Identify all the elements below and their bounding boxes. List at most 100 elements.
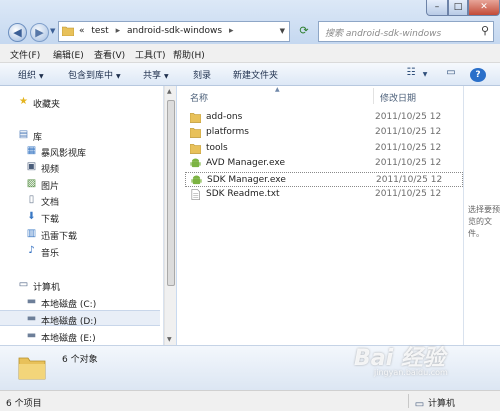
nav-drive-d[interactable]: ▬ 本地磁盘 (D:)	[0, 310, 160, 327]
menu-view[interactable]: 查看(V)	[94, 48, 125, 61]
file-list: ▲ 名称 修改日期 add-ons 2011/10/25 12 platform…	[177, 86, 463, 345]
nav-library-downloads[interactable]: ⬇ 下载	[0, 209, 160, 225]
folder-icon	[190, 144, 201, 154]
file-row[interactable]: platforms 2011/10/25 12	[185, 125, 463, 140]
menu-file[interactable]: 文件(F)	[10, 48, 40, 61]
menu-help[interactable]: 帮助(H)	[173, 48, 205, 61]
nav-libraries-label: 库	[33, 133, 43, 143]
menu-tools[interactable]: 工具(T)	[135, 48, 166, 61]
picture-icon: ▨	[26, 178, 37, 189]
nav-drive-e[interactable]: ▬ 本地磁盘 (E:)	[0, 328, 160, 344]
address-dropdown-icon[interactable]: ▼	[280, 27, 285, 35]
search-input[interactable]: 搜索 android-sdk-windows ⚲	[318, 21, 494, 42]
scroll-down-icon[interactable]: ▼	[167, 336, 172, 343]
star-icon: ★	[19, 96, 28, 107]
file-name: SDK Readme.txt	[206, 189, 280, 199]
nav-item-label: 音乐	[41, 249, 60, 259]
refresh-icon[interactable]: ⟳	[296, 23, 312, 39]
document-icon: ▯	[28, 194, 35, 205]
column-divider[interactable]	[373, 88, 374, 104]
folder-icon	[18, 357, 46, 380]
search-icon[interactable]: ⚲	[481, 24, 489, 37]
nav-favorites-label: 收藏夹	[33, 100, 61, 110]
nav-library-xunlei[interactable]: ▥ 迅雷下载	[0, 226, 160, 242]
organize-button[interactable]: 组织 ▼	[18, 68, 44, 81]
nav-item-label: 视频	[41, 165, 60, 175]
address-bar[interactable]: « test ▸ android-sdk-windows ▸ ▼	[58, 21, 290, 42]
file-row[interactable]: tools 2011/10/25 12	[185, 141, 463, 156]
view-options-icon[interactable]: ☷	[404, 67, 418, 81]
file-date: 2011/10/25 12	[375, 143, 442, 153]
folder-icon	[190, 113, 201, 123]
breadcrumb-android-sdk-windows[interactable]: android-sdk-windows	[127, 26, 222, 36]
nav-library-pictures[interactable]: ▨ 图片	[0, 176, 160, 192]
video-icon: ▣	[26, 161, 37, 172]
nav-item-label: 下载	[41, 215, 60, 225]
share-button[interactable]: 共享 ▼	[143, 68, 169, 81]
preview-message: 选择要预览的文件。	[468, 205, 500, 238]
file-row[interactable]: add-ons 2011/10/25 12	[185, 110, 463, 125]
file-row[interactable]: SDK Manager.exe 2011/10/25 12	[185, 172, 463, 187]
nav-library-videos[interactable]: ▣ 视频	[0, 159, 160, 175]
column-header-modified[interactable]: 修改日期	[380, 91, 416, 104]
nav-library-music[interactable]: ♪ 音乐	[0, 243, 160, 259]
status-location: ▭ 计算机	[414, 396, 455, 410]
chevron-right-icon[interactable]: ▸	[116, 26, 121, 36]
nav-libraries[interactable]: ▤ 库	[0, 127, 160, 143]
nav-computer[interactable]: ▭ 计算机	[0, 277, 160, 293]
include-library-label: 包含到库中	[68, 71, 114, 81]
forward-button[interactable]: ▶	[30, 23, 49, 42]
chevron-down-icon: ▼	[164, 73, 169, 80]
file-row[interactable]: SDK Readme.txt 2011/10/25 12	[185, 187, 463, 202]
status-bar: 6 个项目 ▭ 计算机	[0, 390, 500, 411]
file-date: 2011/10/25 12	[375, 189, 442, 199]
download-icon: ⬇	[27, 211, 36, 222]
breadcrumb-test[interactable]: test	[91, 26, 108, 36]
column-header-name[interactable]: 名称	[190, 91, 208, 104]
nav-library-baofeng[interactable]: ▦ 暴风影视库	[0, 143, 160, 159]
file-row[interactable]: AVD Manager.exe 2011/10/25 12	[185, 156, 463, 171]
nav-library-documents[interactable]: ▯ 文档	[0, 192, 160, 208]
chevron-right-icon[interactable]: ▸	[229, 26, 234, 36]
menu-bar: 文件(F) 编辑(E) 查看(V) 工具(T) 帮助(H)	[0, 44, 500, 63]
menu-edit[interactable]: 编辑(E)	[53, 48, 84, 61]
chevron-down-icon[interactable]: ▼	[420, 71, 430, 85]
recent-pages-dropdown[interactable]: ▼	[50, 27, 55, 35]
sort-indicator-icon: ▲	[275, 86, 280, 93]
media-library-icon: ▦	[26, 145, 37, 156]
android-icon	[191, 175, 202, 185]
nav-drive-c[interactable]: ▬ 本地磁盘 (C:)	[0, 294, 160, 310]
nav-item-label: 迅雷下载	[41, 232, 78, 242]
breadcrumb-overflow[interactable]: «	[79, 26, 85, 36]
new-folder-button[interactable]: 新建文件夹	[233, 68, 278, 81]
nav-item-label: 本地磁盘 (C:)	[41, 300, 97, 310]
chevron-down-icon: ▼	[116, 73, 121, 80]
scroll-up-icon[interactable]: ▲	[167, 88, 172, 95]
preview-pane-icon[interactable]: ▭	[444, 67, 458, 81]
nav-item-label: 本地磁盘 (E:)	[41, 334, 96, 344]
close-button[interactable]: ✕	[468, 0, 500, 16]
include-in-library-button[interactable]: 包含到库中 ▼	[68, 68, 121, 81]
file-name: platforms	[206, 127, 249, 137]
nav-item-label: 图片	[41, 182, 60, 192]
minimize-button[interactable]: –	[426, 0, 448, 16]
file-date: 2011/10/25 12	[375, 112, 442, 122]
navigation-scrollbar[interactable]: ▲ ▼	[164, 86, 176, 345]
nav-computer-label: 计算机	[33, 283, 61, 293]
share-label: 共享	[143, 71, 162, 81]
nav-favorites[interactable]: ★ 收藏夹	[0, 94, 160, 110]
back-button[interactable]: ◀	[8, 23, 27, 42]
breadcrumb: « test ▸ android-sdk-windows ▸	[79, 26, 237, 36]
scrollbar-thumb[interactable]	[167, 100, 175, 286]
file-name: SDK Manager.exe	[207, 175, 286, 185]
help-icon[interactable]: ?	[470, 68, 486, 82]
file-date: 2011/10/25 12	[375, 158, 442, 168]
folder-icon	[62, 26, 74, 36]
drive-icon: ▬	[26, 330, 37, 341]
maximize-button[interactable]: □	[448, 0, 468, 16]
status-divider	[408, 394, 409, 408]
burn-button[interactable]: 刻录	[193, 68, 211, 81]
nav-item-label: 暴风影视库	[41, 149, 87, 159]
chevron-down-icon: ▼	[39, 73, 44, 80]
drive-icon: ▬	[26, 313, 37, 324]
